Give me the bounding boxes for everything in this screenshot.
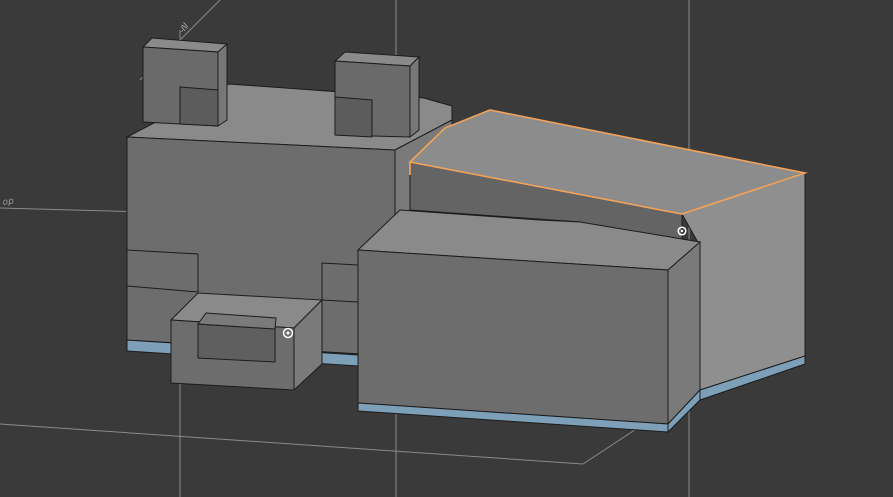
left-chimney-window [179, 86, 219, 127]
axis-label: op [2, 196, 15, 208]
right-chimney-side[interactable] [409, 55, 420, 139]
left-chimney[interactable] [141, 37, 229, 127]
small-front-box[interactable] [169, 292, 324, 392]
3d-viewport[interactable]: op -/|/ [0, 0, 893, 497]
scene-canvas[interactable] [0, 0, 893, 497]
left-chimney-side[interactable] [217, 42, 228, 127]
right-chimney[interactable] [333, 51, 421, 139]
guide-line-floor-left [0, 423, 584, 465]
small-box-inset [197, 323, 276, 363]
front-right-block[interactable] [356, 209, 702, 434]
front-block-front-face[interactable] [357, 249, 669, 425]
right-chimney-window [334, 96, 373, 138]
